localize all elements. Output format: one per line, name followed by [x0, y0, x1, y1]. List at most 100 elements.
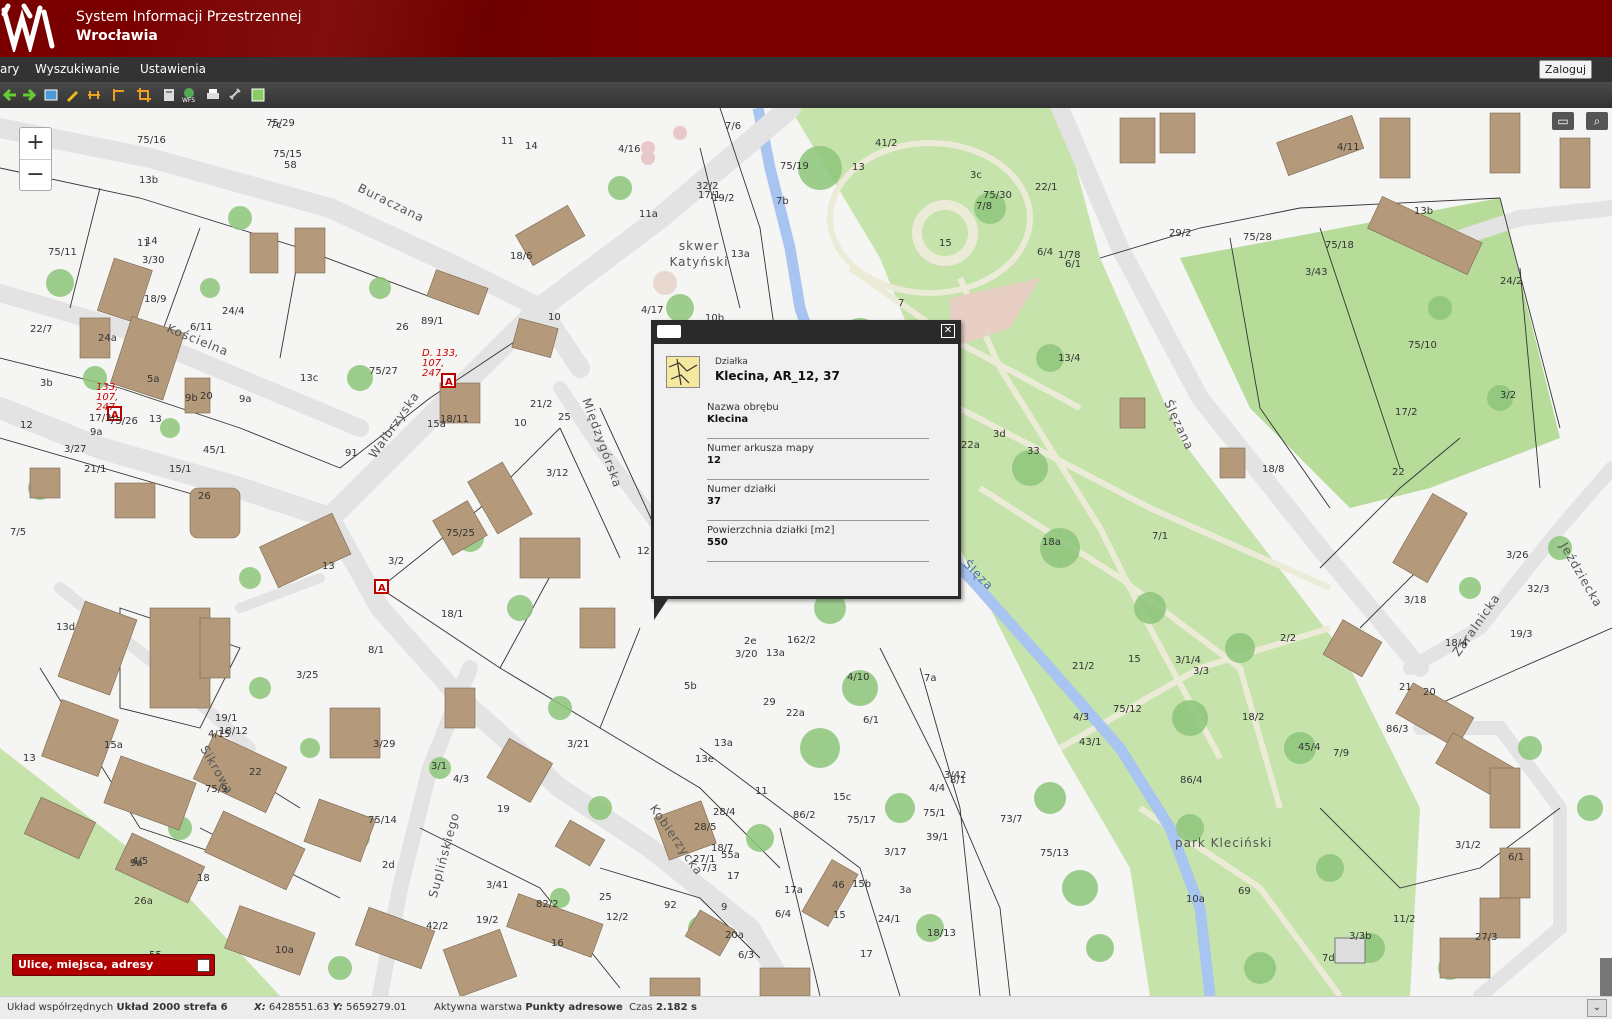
address-marker[interactable]: A [374, 579, 389, 594]
parcel-number-label: 6/3 [738, 950, 755, 961]
square-label: skwer Katyński [669, 239, 729, 269]
time-label: Czas [629, 1002, 653, 1013]
popup-title: Klecina, AR_12, 37 [715, 369, 840, 383]
parcel-number-label: 11 [137, 238, 150, 249]
parcel-number-label: 75/10 [1408, 340, 1437, 351]
parcel-number-label: 22a [961, 440, 980, 451]
parcel-number-label: 45/4 [1298, 742, 1321, 753]
zoom-out-button[interactable]: − [20, 160, 51, 191]
parcel-number-label: 15 [833, 910, 846, 921]
parcel-number-label: 19/1 [215, 713, 238, 724]
parcel-number-label: 3/18 [1404, 595, 1427, 606]
parcel-number-label: 13d [56, 622, 76, 633]
parcel-number-label: 13a [731, 249, 750, 260]
parcel-number-label: 7/1 [1152, 531, 1169, 542]
parcel-number-label: 6/4 [1037, 247, 1054, 258]
chevron-down-icon[interactable]: ⌄ [1587, 999, 1607, 1017]
parcel-number-label: 162/2 [787, 635, 816, 646]
menu-item-maps[interactable]: ary [0, 62, 19, 76]
parcel-number-label: 18/8 [1262, 464, 1285, 475]
parcel-number-label: 75/27 [369, 366, 398, 377]
measure-angle-icon[interactable] [111, 87, 127, 103]
popup-field: Numer działki 37 [707, 480, 929, 521]
field-label: Powierzchnia działki [m2] [707, 525, 835, 536]
crop-icon[interactable] [136, 87, 152, 103]
print-icon[interactable] [205, 87, 221, 103]
parcel-number-label: 3/3b [1349, 931, 1372, 942]
parcel-number-label: 9 [721, 902, 728, 913]
parcel-number-label: 75/12 [1113, 704, 1142, 715]
parcel-number-label: 3/2 [388, 556, 405, 567]
parcel-number-label: 13c [300, 373, 319, 384]
parcel-number-label: 3/17 [884, 847, 907, 858]
layer-label: Aktywna warstwa [434, 1002, 523, 1013]
y-value: 5659279.01 [346, 1002, 407, 1013]
parcel-number-label: 75/30 [983, 190, 1012, 201]
parcel-number-label: 7/5 [10, 527, 27, 538]
parcel-number-label: 5a [147, 374, 160, 385]
link-icon[interactable] [228, 87, 244, 103]
parcel-number-label: 22 [1392, 467, 1405, 478]
pencil-icon[interactable] [64, 87, 80, 103]
parcel-number-label: 11 [755, 786, 768, 797]
parcel-number-label: 13e [695, 754, 714, 765]
parcel-number-label: 12/2 [606, 912, 629, 923]
list-icon[interactable] [657, 325, 681, 338]
parcel-number-label: 27/1 [693, 854, 716, 865]
time-value: 2.182 s [655, 1002, 698, 1013]
measure-line-icon[interactable] [86, 87, 102, 103]
wfs-icon[interactable]: WFS [181, 87, 197, 103]
crs-label: Układ współrzędnych [7, 1002, 114, 1013]
login-button[interactable]: Zaloguj [1538, 60, 1592, 79]
parcel-number-label: 4/10 [847, 672, 870, 683]
parcel-number-label: 69 [1238, 886, 1251, 897]
forward-arrow-icon[interactable] [21, 87, 37, 103]
parcel-number-label: 3/2 [1500, 390, 1517, 401]
parcel-number-label: 3/30 [142, 255, 165, 266]
parcel-number-label: 7c [270, 120, 282, 131]
back-arrow-icon[interactable] [2, 87, 18, 103]
zoom-control: + − [19, 127, 52, 191]
parcel-number-label: 3/3 [1193, 666, 1210, 677]
zoom-in-button[interactable]: + [20, 128, 51, 160]
map-icon[interactable] [43, 87, 59, 103]
parcel-number-label: 2/2 [1280, 633, 1297, 644]
field-value: Klecina [707, 414, 749, 425]
parcel-number-label: 15a [104, 740, 123, 751]
parcel-number-label: 9b [185, 393, 198, 404]
wroclaw-logo [1, 3, 55, 52]
parcel-number-label: 9a [130, 858, 143, 869]
parcel-number-label: 75/1 [923, 808, 946, 819]
parcel-number-label: 4/11 [1337, 142, 1360, 153]
close-icon[interactable]: ✕ [941, 324, 955, 338]
parcel-number-label: 75/26 [109, 416, 138, 427]
parcel-number-label: 7/9 [1333, 748, 1350, 759]
parcel-number-label: 86/4 [1180, 775, 1203, 786]
parcel-number-label: 86/3 [1386, 724, 1409, 735]
image-icon[interactable] [250, 87, 266, 103]
parcel-number-label: 39/1 [926, 832, 949, 843]
comment-icon[interactable]: ▭ [1552, 112, 1574, 130]
parcel-number-label: 25 [558, 412, 571, 423]
parcel-number-label: 4/16 [618, 144, 641, 155]
parcel-number-label: 91 [345, 448, 358, 459]
magnifier-icon[interactable]: ⌕ [1586, 112, 1608, 130]
parcel-number-label: 26 [396, 322, 409, 333]
parcel-number-label: 18/1 [441, 609, 464, 620]
menu-item-settings[interactable]: Ustawienia [140, 62, 206, 76]
layers-icon[interactable] [161, 87, 177, 103]
address-search-box[interactable]: Ulice, miejsca, adresy [12, 954, 215, 976]
parcel-number-label: 33 [1027, 446, 1040, 457]
parcel-number-label: 16 [551, 938, 564, 949]
parcel-number-label: 13 [23, 753, 36, 764]
parcel-number-label: 18/11 [440, 414, 469, 425]
menu-item-search[interactable]: Wyszukiwanie [35, 62, 120, 76]
red-parcel-annotation: D. 133, 107, 247 [422, 348, 459, 379]
parcel-number-label: 2d [382, 860, 395, 871]
field-label: Numer działki [707, 484, 776, 495]
minimize-icon[interactable] [197, 959, 210, 972]
parcel-number-label: 21 [1399, 682, 1412, 693]
layer-status: Aktywna warstwa Punkty adresowe Czas 2.1… [434, 1002, 697, 1013]
parcel-number-label: 6/1 [863, 715, 880, 726]
parcel-number-label: 3/26 [1506, 550, 1529, 561]
